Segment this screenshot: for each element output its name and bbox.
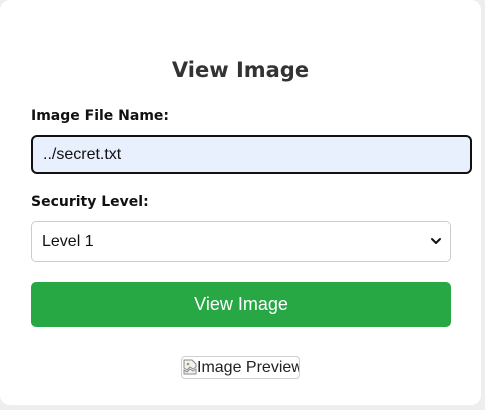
security-level-select[interactable]: Level 1 (31, 221, 451, 262)
view-image-card: View Image Image File Name: Security Lev… (0, 0, 481, 405)
filename-input[interactable] (31, 135, 472, 174)
image-preview-alt-text: Image Preview (197, 359, 300, 376)
view-image-button[interactable]: View Image (31, 282, 451, 327)
broken-image-icon (183, 359, 197, 375)
security-level-selected: Level 1 (42, 233, 94, 250)
filename-label: Image File Name: (31, 108, 170, 124)
page-title: View Image (171, 58, 310, 82)
image-preview: Image Preview (181, 356, 300, 379)
chevron-down-icon (431, 238, 441, 244)
security-level-label: Security Level: (31, 194, 149, 210)
